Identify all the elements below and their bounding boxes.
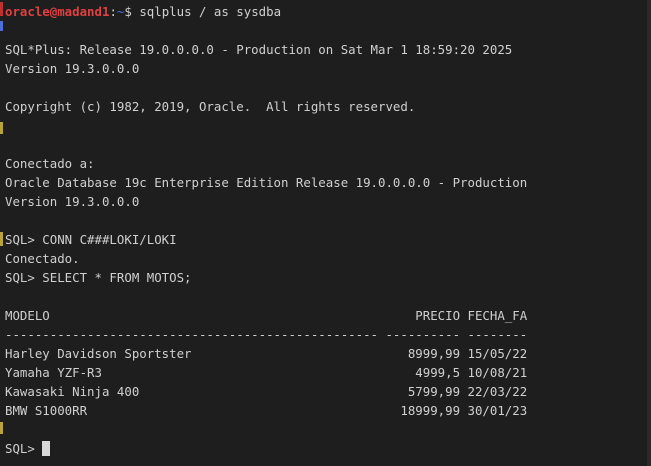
- prompt-user-host: oracle@madand1: [5, 4, 110, 19]
- prompt-symbol: $: [124, 4, 132, 19]
- text-cursor: [42, 441, 51, 456]
- edge-mark: [0, 232, 3, 246]
- sql-final-prompt[interactable]: SQL>: [5, 439, 51, 458]
- connected-to-line: Conectado a:: [5, 156, 95, 171]
- table-row: Kawasaki Ninja 400 5799,99 22/03/22: [5, 384, 528, 399]
- table-header-text: MODELO PRECIO FECHA_FA: [5, 308, 528, 323]
- db-edition-line: Oracle Database 19c Enterprise Edition R…: [5, 175, 528, 190]
- sql-prompt-text: SQL>: [5, 441, 43, 456]
- shell-prompt-line: oracle@madand1:~$ sqlplus / as sysdba: [5, 2, 281, 21]
- edge-mark: [0, 21, 3, 31]
- select-command-line: SQL> SELECT * FROM MOTOS;: [5, 270, 192, 285]
- conn-command-line: SQL> CONN C###LOKI/LOKI: [5, 232, 177, 247]
- table-separator: ----------------------------------------…: [5, 327, 528, 342]
- scrollbar-thumb[interactable]: [647, 0, 651, 466]
- db-version-line: Version 19.3.0.0.0: [5, 194, 140, 209]
- table-row: Yamaha YZF-R3 4999,5 10/08/21: [5, 365, 528, 380]
- edge-mark: [0, 422, 3, 434]
- shell-command: sqlplus / as sysdba: [139, 4, 282, 19]
- table-header-row: MODELO PRECIO FECHA_FA: [5, 306, 527, 325]
- table-row: BMW S1000RR 18999,99 30/01/23: [5, 403, 528, 418]
- edge-mark: [0, 122, 3, 134]
- scrollbar[interactable]: [643, 0, 651, 466]
- table-row: Harley Davidson Sportster 8999,99 15/05/…: [5, 346, 528, 361]
- prompt-separator: :: [109, 4, 117, 19]
- conn-result-line: Conectado.: [5, 251, 80, 266]
- left-edge-strip: [0, 0, 3, 466]
- copyright-line: Copyright (c) 1982, 2019, Oracle. All ri…: [5, 99, 416, 114]
- terminal-window[interactable]: oracle@madand1:~$ sqlplus / as sysdba SQ…: [0, 0, 651, 466]
- sqlplus-version: Version 19.3.0.0.0: [5, 61, 140, 76]
- sqlplus-banner: SQL*Plus: Release 19.0.0.0.0 - Productio…: [5, 42, 513, 57]
- edge-mark: [0, 2, 3, 16]
